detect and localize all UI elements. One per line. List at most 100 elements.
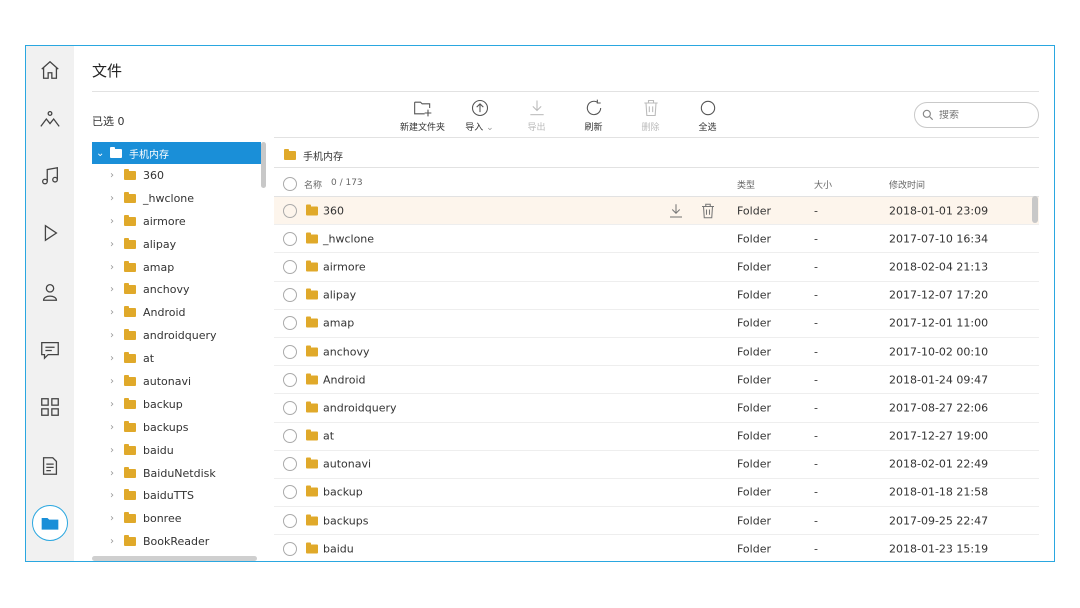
nav-home[interactable] bbox=[26, 50, 74, 90]
table-row[interactable]: anchovy Folder - 2017-10-02 00:10 bbox=[274, 338, 1039, 367]
tree-item[interactable]: › baidu bbox=[92, 439, 268, 462]
file-date: 2018-01-01 23:09 bbox=[889, 204, 989, 218]
download-icon[interactable] bbox=[667, 202, 685, 220]
column-size[interactable]: 大小 bbox=[814, 178, 832, 191]
table-row[interactable]: androidquery Folder - 2017-08-27 22:06 bbox=[274, 394, 1039, 423]
column-type[interactable]: 类型 bbox=[737, 178, 755, 191]
row-radio[interactable] bbox=[283, 513, 297, 528]
tree-item[interactable]: › androidquery bbox=[92, 324, 268, 347]
list-scrollbar[interactable] bbox=[1032, 196, 1038, 223]
tree-item[interactable]: › autonavi bbox=[92, 370, 268, 393]
table-row[interactable]: Android Folder - 2018-01-24 09:47 bbox=[274, 366, 1039, 395]
tree-horizontal-scrollbar[interactable] bbox=[92, 556, 257, 561]
chevron-right-icon[interactable]: › bbox=[110, 216, 124, 227]
app-window: 文件 已选 0 新建文件夹 导入 ⌄ 导出 刷新 删除 全选 搜索 ⌄ 手机内存… bbox=[25, 45, 1055, 562]
select-all-radio[interactable] bbox=[283, 177, 297, 191]
chevron-down-icon[interactable]: ⌄ bbox=[96, 148, 110, 159]
nav-contacts[interactable] bbox=[26, 272, 74, 312]
search-input[interactable] bbox=[939, 109, 1019, 121]
tree-root[interactable]: ⌄ 手机内存 bbox=[92, 142, 261, 164]
tree-item[interactable]: › Android bbox=[92, 301, 268, 324]
table-row[interactable]: amap Folder - 2017-12-01 11:00 bbox=[274, 310, 1039, 338]
folder-icon bbox=[124, 352, 136, 364]
tree-item[interactable]: › 360 bbox=[92, 164, 268, 187]
row-radio[interactable] bbox=[283, 485, 297, 500]
chevron-right-icon[interactable]: › bbox=[110, 353, 124, 364]
row-radio[interactable] bbox=[283, 457, 297, 472]
table-row[interactable]: baidu Folder - 2018-01-23 15:19 bbox=[274, 535, 1039, 561]
chevron-right-icon[interactable]: › bbox=[110, 490, 124, 501]
row-radio[interactable] bbox=[283, 231, 297, 246]
table-row[interactable]: alipay Folder - 2017-12-07 17:20 bbox=[274, 282, 1039, 310]
chevron-right-icon[interactable]: › bbox=[110, 284, 124, 295]
chevron-right-icon[interactable]: › bbox=[110, 330, 124, 341]
import-button[interactable]: 导入 ⌄ bbox=[451, 98, 508, 138]
folder-icon bbox=[306, 429, 318, 441]
chevron-right-icon[interactable]: › bbox=[110, 307, 124, 318]
row-radio[interactable] bbox=[283, 541, 297, 556]
search-box[interactable] bbox=[914, 102, 1039, 128]
select-all-button[interactable]: 全选 bbox=[679, 98, 736, 138]
nav-video[interactable] bbox=[26, 213, 74, 253]
tree-scrollbar[interactable] bbox=[261, 142, 266, 188]
chevron-right-icon[interactable]: › bbox=[110, 468, 124, 479]
messages-icon bbox=[41, 342, 59, 360]
nav-music[interactable] bbox=[26, 156, 74, 196]
item-count: 0 / 173 bbox=[331, 178, 363, 188]
table-row[interactable]: backup Folder - 2018-01-18 21:58 bbox=[274, 479, 1039, 508]
table-row[interactable]: backups Folder - 2017-09-25 22:47 bbox=[274, 507, 1039, 536]
row-radio[interactable] bbox=[283, 288, 297, 303]
row-radio[interactable] bbox=[283, 259, 297, 274]
row-radio[interactable] bbox=[283, 344, 297, 359]
chevron-right-icon[interactable]: › bbox=[110, 193, 124, 204]
column-modified[interactable]: 修改时间 bbox=[889, 178, 925, 191]
nav-apps[interactable] bbox=[26, 387, 74, 427]
chevron-right-icon[interactable]: › bbox=[110, 376, 124, 387]
tree-item[interactable]: › baiduTTS bbox=[92, 484, 268, 507]
table-row[interactable]: autonavi Folder - 2018-02-01 22:49 bbox=[274, 451, 1039, 479]
tree-item[interactable]: › backup bbox=[92, 393, 268, 416]
nav-documents[interactable] bbox=[26, 446, 74, 486]
tree-item[interactable]: › at bbox=[92, 347, 268, 370]
row-radio[interactable] bbox=[283, 429, 297, 444]
row-radio[interactable] bbox=[283, 316, 297, 331]
chevron-right-icon[interactable]: › bbox=[110, 399, 124, 410]
tree-item[interactable]: › bonree bbox=[92, 507, 268, 530]
chevron-right-icon[interactable]: › bbox=[110, 170, 124, 181]
chevron-right-icon[interactable]: › bbox=[110, 536, 124, 547]
chevron-right-icon[interactable]: › bbox=[110, 239, 124, 250]
row-radio[interactable] bbox=[283, 372, 297, 387]
tree-item[interactable]: › _hwclone bbox=[92, 187, 268, 210]
tree-item[interactable]: › airmore bbox=[92, 210, 268, 233]
refresh-button[interactable]: 刷新 bbox=[565, 98, 622, 138]
nav-photos[interactable] bbox=[26, 99, 74, 139]
nav-messages[interactable] bbox=[26, 330, 74, 370]
trash-icon[interactable] bbox=[699, 202, 717, 220]
tree-item[interactable]: › BaiduNetdisk bbox=[92, 462, 268, 485]
tree-item[interactable]: › amap bbox=[92, 256, 268, 279]
breadcrumb-label[interactable]: 手机内存 bbox=[303, 148, 343, 163]
table-row[interactable]: 360 Folder - 2018-01-01 23:09 bbox=[274, 197, 1039, 226]
nav-files[interactable] bbox=[26, 503, 74, 543]
row-radio[interactable] bbox=[283, 203, 297, 218]
tree-item[interactable]: › anchovy bbox=[92, 278, 268, 301]
new-folder-button[interactable]: 新建文件夹 bbox=[394, 98, 451, 138]
table-row[interactable]: at Folder - 2017-12-27 19:00 bbox=[274, 423, 1039, 451]
table-row[interactable]: _hwclone Folder - 2017-07-10 16:34 bbox=[274, 225, 1039, 254]
chevron-right-icon[interactable]: › bbox=[110, 422, 124, 433]
folder-icon bbox=[124, 306, 136, 318]
tree-item[interactable]: › alipay bbox=[92, 233, 268, 256]
table-row[interactable]: airmore Folder - 2018-02-04 21:13 bbox=[274, 253, 1039, 282]
folder-icon bbox=[306, 401, 318, 413]
tree-item[interactable]: › backups bbox=[92, 416, 268, 439]
row-radio[interactable] bbox=[283, 400, 297, 415]
tree-item[interactable]: › BookReader bbox=[92, 530, 268, 553]
export-button[interactable]: 导出 bbox=[508, 98, 565, 138]
delete-button[interactable]: 删除 bbox=[622, 98, 679, 138]
chevron-right-icon[interactable]: › bbox=[110, 445, 124, 456]
file-name: backup bbox=[323, 485, 363, 499]
column-name[interactable]: 名称 bbox=[304, 178, 322, 191]
chevron-right-icon[interactable]: › bbox=[110, 513, 124, 524]
chevron-right-icon[interactable]: › bbox=[110, 262, 124, 273]
folder-icon bbox=[124, 397, 136, 409]
